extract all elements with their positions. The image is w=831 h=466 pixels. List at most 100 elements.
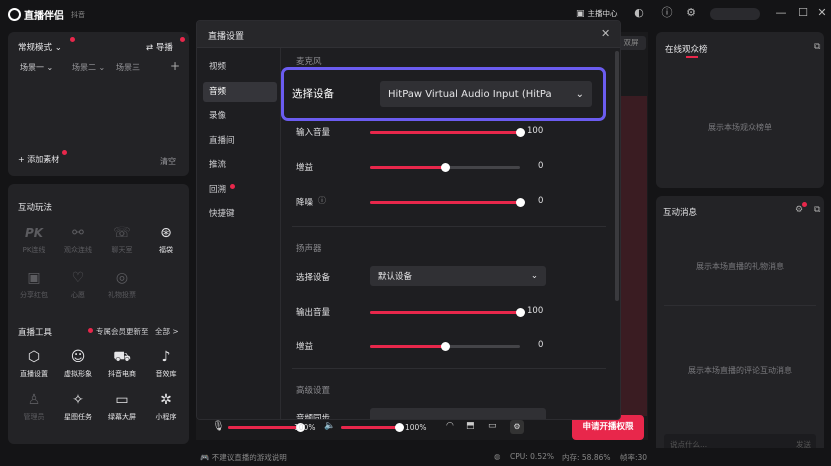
live-settings-dialog: 直播设置 ✕ 视频 音频 录像 直播间 推流 回溯 快捷键 麦克风 选择设备 H… (196, 20, 621, 420)
device-value: HitPaw Virtual Audio Input (HitPa (388, 88, 552, 100)
device-select[interactable]: HitPaw Virtual Audio Input (HitPa ⌄ (380, 81, 592, 107)
add-material-button[interactable]: + 添加素材 (18, 154, 59, 165)
dialog-header: 直播设置 ✕ (197, 21, 620, 48)
tool-live-settings[interactable]: ⬡ 直播设置 (12, 348, 56, 379)
speaker-gain-label: 增益 (296, 342, 314, 352)
dialog-scrollbar[interactable] (615, 51, 619, 301)
speaker-percent: 100% (405, 423, 427, 432)
tool-virtual-avatar[interactable]: ☺ 虚拟形象 (56, 348, 100, 379)
clear-button[interactable]: 清空 (160, 156, 176, 167)
redpack-icon: ▣ (27, 270, 41, 286)
output-volume-fill (370, 311, 520, 314)
mixer-settings-icon[interactable]: ⚙ (510, 420, 524, 434)
speaker-divider (292, 368, 606, 369)
speaker-gain-slider[interactable] (370, 342, 520, 351)
tool-green-screen[interactable]: ▭ 绿幕大屏 (100, 391, 144, 422)
output-volume-slider[interactable] (370, 308, 525, 317)
nav-stream[interactable]: 推流 (203, 155, 277, 175)
speaker-knob (395, 423, 404, 432)
settings-icon[interactable]: ⚙ (684, 7, 698, 19)
tool-ecommerce[interactable]: ⛟ 抖音电商 (100, 348, 144, 379)
scene-panel: 常规模式 ⌄ ⇄ 导播 场景一 ⌄ 场景二 ⌄ 场景三 + + 添加素材 清空 (8, 32, 189, 176)
nav-audio[interactable]: 音频 (203, 82, 277, 102)
mic-percent: 100% (294, 423, 316, 432)
msg-divider (664, 305, 816, 306)
nav-recording[interactable]: 录像 (203, 106, 277, 126)
add-scene-icon[interactable]: + (170, 59, 180, 73)
speaker-fill (341, 426, 399, 429)
speaker-icon[interactable]: 🔈 (324, 421, 335, 431)
close-window-icon[interactable]: ✕ (816, 7, 828, 19)
camera-icon[interactable]: ▭ (488, 421, 497, 431)
interact-wish[interactable]: ♡ 心愿 (56, 269, 100, 300)
speaker-slider[interactable] (341, 423, 404, 432)
cpu-usage: CPU: 0.52% (510, 452, 554, 461)
maximize-icon[interactable]: ☐ (796, 7, 810, 19)
minimize-icon[interactable]: — (774, 7, 788, 19)
game-tip[interactable]: 🎮 不建议直播的游戏说明 (200, 452, 287, 463)
tools-all-link[interactable]: 全部 > (155, 326, 179, 337)
interact-lucky-bag[interactable]: ⊛ 福袋 (144, 224, 188, 255)
mode-selector[interactable]: 常规模式 ⌄ (18, 41, 62, 53)
noise-help-icon[interactable]: ⓘ (318, 195, 326, 206)
scene-tab-3[interactable]: 场景三 (116, 62, 140, 73)
tool-star-task[interactable]: ✧ 星图任务 (56, 391, 100, 422)
service-icon[interactable]: ◐ (632, 7, 646, 19)
dialog-close-icon[interactable]: ✕ (601, 27, 610, 40)
device-label: 选择设备 (292, 88, 334, 100)
anchor-center-button[interactable]: ▣ 主播中心 (576, 8, 618, 19)
scene-tab-2[interactable]: 场景二 ⌄ (72, 62, 105, 73)
nav-shortcuts[interactable]: 快捷键 (203, 204, 277, 224)
user-avatar[interactable] (710, 8, 760, 20)
msg-settings-icon[interactable]: ⚙ (795, 205, 803, 215)
avatar-icon: ☺ (70, 349, 86, 365)
online-title: 在线观众榜 (665, 45, 708, 55)
app-logo: 直播伴侣 抖音 (8, 7, 85, 22)
cast-icon[interactable]: ⬒ (466, 421, 475, 431)
input-volume-fill (370, 131, 520, 134)
fps: 帧率:30 (620, 453, 648, 462)
tool-admin[interactable]: ♙ 管理员 (12, 391, 56, 422)
nav-replay-dot (230, 184, 235, 189)
interact-redpack[interactable]: ▣ 分享红包 (12, 269, 56, 300)
interact-chatroom[interactable]: ☏ 聊天室 (100, 224, 144, 255)
headset-icon[interactable]: ◠ (446, 421, 454, 431)
preview-edge (621, 96, 647, 416)
mic-icon[interactable]: 🎙 (212, 421, 225, 432)
mic-slider[interactable] (228, 423, 305, 432)
msg-title: 互动消息 (663, 208, 698, 218)
speaker-device-select[interactable]: 默认设备 ⌄ (370, 266, 546, 286)
gain-slider[interactable] (370, 163, 520, 172)
interact-audience-link[interactable]: ⚯ 观众连线 (56, 224, 100, 255)
popout-icon[interactable]: ⧉ (814, 42, 820, 52)
network-icon: ◍ (494, 452, 501, 461)
device-highlight: 选择设备 HitPaw Virtual Audio Input (HitPa ⌄ (281, 67, 606, 121)
noise-slider[interactable] (370, 198, 525, 207)
app-title: 直播伴侣 (24, 11, 64, 22)
tool-mini-program[interactable]: ✲ 小程序 (144, 391, 188, 422)
settings-nav: 视频 音频 录像 直播间 推流 回溯 快捷键 (197, 48, 281, 419)
vote-icon: ◎ (115, 270, 129, 286)
nav-live-room[interactable]: 直播间 (203, 131, 277, 151)
input-volume-knob (516, 128, 525, 137)
help-icon[interactable]: ⓘ (660, 7, 674, 19)
input-volume-slider[interactable] (370, 128, 525, 137)
gain-value: 0 (538, 161, 544, 171)
audio-sync-select[interactable] (370, 408, 546, 419)
add-material-dot (62, 150, 67, 155)
speaker-chevron-down-icon: ⌄ (530, 271, 538, 281)
nav-video[interactable]: 视频 (203, 57, 277, 77)
speaker-gain-value: 0 (538, 340, 544, 350)
mic-fill (228, 426, 300, 429)
nav-replay[interactable]: 回溯 (203, 180, 277, 200)
speaker-gain-fill (370, 345, 445, 348)
interact-pk[interactable]: PK PK连线 (12, 224, 56, 255)
msg-popout-icon[interactable]: ⧉ (814, 205, 820, 215)
app-icon: ✲ (160, 392, 172, 408)
mic-divider (292, 226, 606, 227)
memory-usage: 内存: 58.86% (562, 453, 611, 462)
director-button[interactable]: ⇄ 导播 (146, 41, 173, 53)
tool-sound-library[interactable]: ♪ 音效库 (144, 348, 188, 379)
scene-tab-1[interactable]: 场景一 ⌄ (20, 62, 53, 73)
interact-gift-vote[interactable]: ◎ 礼物投票 (100, 269, 144, 300)
